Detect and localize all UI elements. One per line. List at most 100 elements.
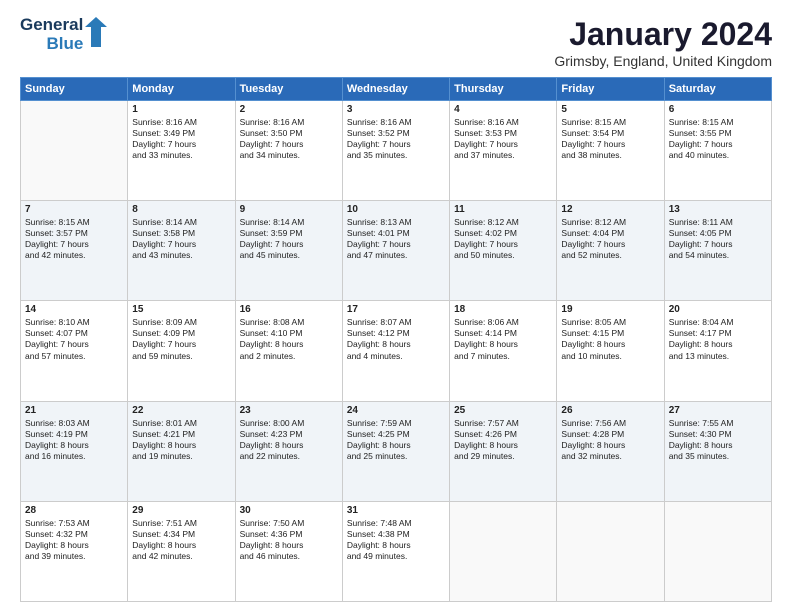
day-number: 23 [240, 405, 338, 416]
day-number: 14 [25, 304, 123, 315]
day-number: 11 [454, 204, 552, 215]
day-info: Sunset: 4:25 PM [347, 429, 445, 440]
day-info: Sunrise: 8:12 AM [454, 217, 552, 228]
day-info: Sunrise: 7:55 AM [669, 418, 767, 429]
day-info: and 52 minutes. [561, 250, 659, 261]
day-cell: 9Sunrise: 8:14 AMSunset: 3:59 PMDaylight… [235, 201, 342, 301]
day-info: Sunset: 3:52 PM [347, 128, 445, 139]
day-info: and 50 minutes. [454, 250, 552, 261]
day-cell: 7Sunrise: 8:15 AMSunset: 3:57 PMDaylight… [21, 201, 128, 301]
day-info: and 59 minutes. [132, 351, 230, 362]
day-cell: 13Sunrise: 8:11 AMSunset: 4:05 PMDayligh… [664, 201, 771, 301]
day-info: Daylight: 7 hours [561, 239, 659, 250]
day-number: 21 [25, 405, 123, 416]
day-info: Sunrise: 8:07 AM [347, 317, 445, 328]
day-info: Daylight: 7 hours [25, 239, 123, 250]
day-cell: 15Sunrise: 8:09 AMSunset: 4:09 PMDayligh… [128, 301, 235, 401]
day-info: and 13 minutes. [669, 351, 767, 362]
day-number: 15 [132, 304, 230, 315]
day-info: and 22 minutes. [240, 451, 338, 462]
day-info: Sunrise: 8:15 AM [669, 117, 767, 128]
day-info: Sunset: 4:38 PM [347, 529, 445, 540]
day-info: Sunrise: 8:10 AM [25, 317, 123, 328]
day-info: Sunrise: 7:51 AM [132, 518, 230, 529]
day-cell: 2Sunrise: 8:16 AMSunset: 3:50 PMDaylight… [235, 101, 342, 201]
day-info: Sunset: 4:28 PM [561, 429, 659, 440]
day-number: 30 [240, 505, 338, 516]
day-info: Daylight: 8 hours [669, 440, 767, 451]
day-cell: 27Sunrise: 7:55 AMSunset: 4:30 PMDayligh… [664, 401, 771, 501]
day-cell: 8Sunrise: 8:14 AMSunset: 3:58 PMDaylight… [128, 201, 235, 301]
day-number: 26 [561, 405, 659, 416]
day-number: 10 [347, 204, 445, 215]
day-info: Daylight: 7 hours [240, 139, 338, 150]
day-number: 1 [132, 104, 230, 115]
day-number: 29 [132, 505, 230, 516]
day-info: Sunset: 4:17 PM [669, 328, 767, 339]
day-number: 22 [132, 405, 230, 416]
day-info: Sunset: 4:05 PM [669, 228, 767, 239]
header-saturday: Saturday [664, 78, 771, 101]
day-info: Sunset: 3:53 PM [454, 128, 552, 139]
day-cell: 16Sunrise: 8:08 AMSunset: 4:10 PMDayligh… [235, 301, 342, 401]
day-cell: 31Sunrise: 7:48 AMSunset: 4:38 PMDayligh… [342, 501, 449, 601]
day-info: Sunrise: 8:06 AM [454, 317, 552, 328]
day-cell: 21Sunrise: 8:03 AMSunset: 4:19 PMDayligh… [21, 401, 128, 501]
day-info: Daylight: 8 hours [454, 440, 552, 451]
header-row: SundayMondayTuesdayWednesdayThursdayFrid… [21, 78, 772, 101]
week-row-3: 14 Sunrise: 8:10 AMSunset: 4:07 PM Dayligh… [21, 301, 772, 401]
day-cell: 11Sunrise: 8:12 AMSunset: 4:02 PMDayligh… [450, 201, 557, 301]
week-row-4: 21Sunrise: 8:03 AMSunset: 4:19 PMDayligh… [21, 401, 772, 501]
day-info: and 45 minutes. [240, 250, 338, 261]
day-cell: 17Sunrise: 8:07 AMSunset: 4:12 PMDayligh… [342, 301, 449, 401]
day-info: Daylight: 7 hours [132, 139, 230, 150]
day-number: 28 [25, 505, 123, 516]
day-info: and 43 minutes. [132, 250, 230, 261]
day-info: Sunrise: 8:12 AM [561, 217, 659, 228]
day-cell: 10Sunrise: 8:13 AMSunset: 4:01 PMDayligh… [342, 201, 449, 301]
day-info: Daylight: 8 hours [561, 440, 659, 451]
day-info: Daylight: 8 hours [669, 339, 767, 350]
day-info: and 37 minutes. [454, 150, 552, 161]
day-cell: 5Sunrise: 8:15 AMSunset: 3:54 PMDaylight… [557, 101, 664, 201]
day-info: Daylight: 8 hours [347, 540, 445, 551]
header-tuesday: Tuesday [235, 78, 342, 101]
day-info: Daylight: 7 hours [454, 139, 552, 150]
day-info: and 16 minutes. [25, 451, 123, 462]
day-info: Sunset: 4:04 PM [561, 228, 659, 239]
day-info: Sunrise: 8:16 AM [454, 117, 552, 128]
day-info: Sunrise: 7:59 AM [347, 418, 445, 429]
day-info: Sunset: 3:58 PM [132, 228, 230, 239]
header-monday: Monday [128, 78, 235, 101]
day-info: Sunset: 3:57 PM [25, 228, 123, 239]
day-info: Sunset: 4:07 PM [25, 328, 123, 339]
day-number: 6 [669, 104, 767, 115]
day-cell: 1Sunrise: 8:16 AMSunset: 3:49 PMDaylight… [128, 101, 235, 201]
day-cell: 26Sunrise: 7:56 AMSunset: 4:28 PMDayligh… [557, 401, 664, 501]
day-info: and 2 minutes. [240, 351, 338, 362]
day-info: Sunset: 3:59 PM [240, 228, 338, 239]
day-info: Sunrise: 8:05 AM [561, 317, 659, 328]
day-info: Daylight: 7 hours [132, 339, 230, 350]
day-number: 8 [132, 204, 230, 215]
day-info: Daylight: 8 hours [347, 440, 445, 451]
day-info: Daylight: 7 hours [669, 239, 767, 250]
day-number: 17 [347, 304, 445, 315]
page: General Blue January 2024 Grimsby, Engla… [0, 0, 792, 612]
day-info: Sunrise: 8:04 AM [669, 317, 767, 328]
day-number: 9 [240, 204, 338, 215]
day-number: 7 [25, 204, 123, 215]
day-cell: 24Sunrise: 7:59 AMSunset: 4:25 PMDayligh… [342, 401, 449, 501]
day-cell [21, 101, 128, 201]
day-cell: 4Sunrise: 8:16 AMSunset: 3:53 PMDaylight… [450, 101, 557, 201]
day-info: Sunset: 3:49 PM [132, 128, 230, 139]
header-wednesday: Wednesday [342, 78, 449, 101]
day-info: Daylight: 8 hours [240, 540, 338, 551]
day-cell: 30Sunrise: 7:50 AMSunset: 4:36 PMDayligh… [235, 501, 342, 601]
day-info: Sunrise: 8:00 AM [240, 418, 338, 429]
day-info: Daylight: 7 hours [454, 239, 552, 250]
day-cell [557, 501, 664, 601]
day-info: Sunrise: 8:13 AM [347, 217, 445, 228]
day-cell: 19Sunrise: 8:05 AMSunset: 4:15 PMDayligh… [557, 301, 664, 401]
header-thursday: Thursday [450, 78, 557, 101]
